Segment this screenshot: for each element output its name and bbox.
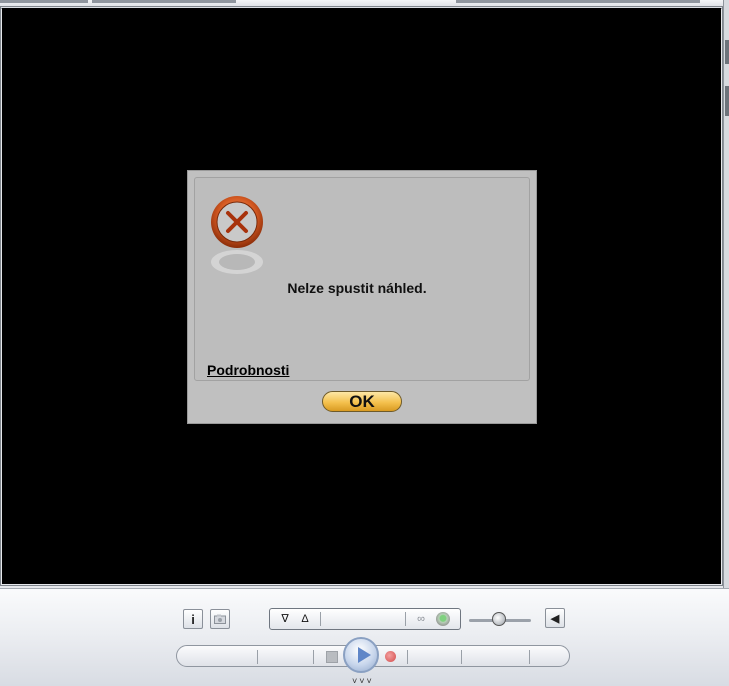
snapshot-button[interactable] [210,609,230,629]
mark-out-button[interactable]: Δ [298,612,312,626]
top-bar-segment [456,0,700,3]
player-control-bar: i ∇ Δ ∞ ◀ ˅˅˅ [0,588,729,686]
top-bar-segment [92,0,236,3]
seek-track[interactable] [320,612,406,626]
edge-notch [725,40,729,64]
transport-divider [407,650,408,664]
transport-divider [461,650,462,664]
ok-button[interactable]: OK [322,391,402,412]
error-dialog: Nelze spustit náhled. Podrobnosti OK [187,170,537,424]
mark-in-button[interactable]: ∇ [278,612,292,626]
error-icon [211,196,263,248]
details-link[interactable]: Podrobnosti [207,362,289,378]
volume-slider-knob[interactable] [492,612,506,626]
transport-divider [257,650,258,664]
error-icon-reflection [211,250,263,274]
info-icon: i [191,611,195,627]
transport-divider [529,650,530,664]
mute-button[interactable]: ◀ [545,608,565,628]
speaker-icon: ◀ [550,612,560,625]
loop-icon[interactable]: ∞ [414,612,428,626]
top-bar-segment [0,0,88,3]
error-message: Nelze spustit náhled. [287,280,427,296]
info-button[interactable]: i [183,609,203,629]
play-icon[interactable] [343,637,379,673]
seek-bar: ∇ Δ ∞ [269,608,461,630]
transport-divider [313,650,314,664]
edge-notch [725,86,729,116]
camera-icon [214,614,226,624]
stop-icon[interactable] [326,651,338,663]
record-icon[interactable] [385,651,396,662]
status-led-icon [436,612,450,626]
dialog-content-panel: Nelze spustit náhled. Podrobnosti [194,177,530,381]
right-window-edge [723,0,729,590]
